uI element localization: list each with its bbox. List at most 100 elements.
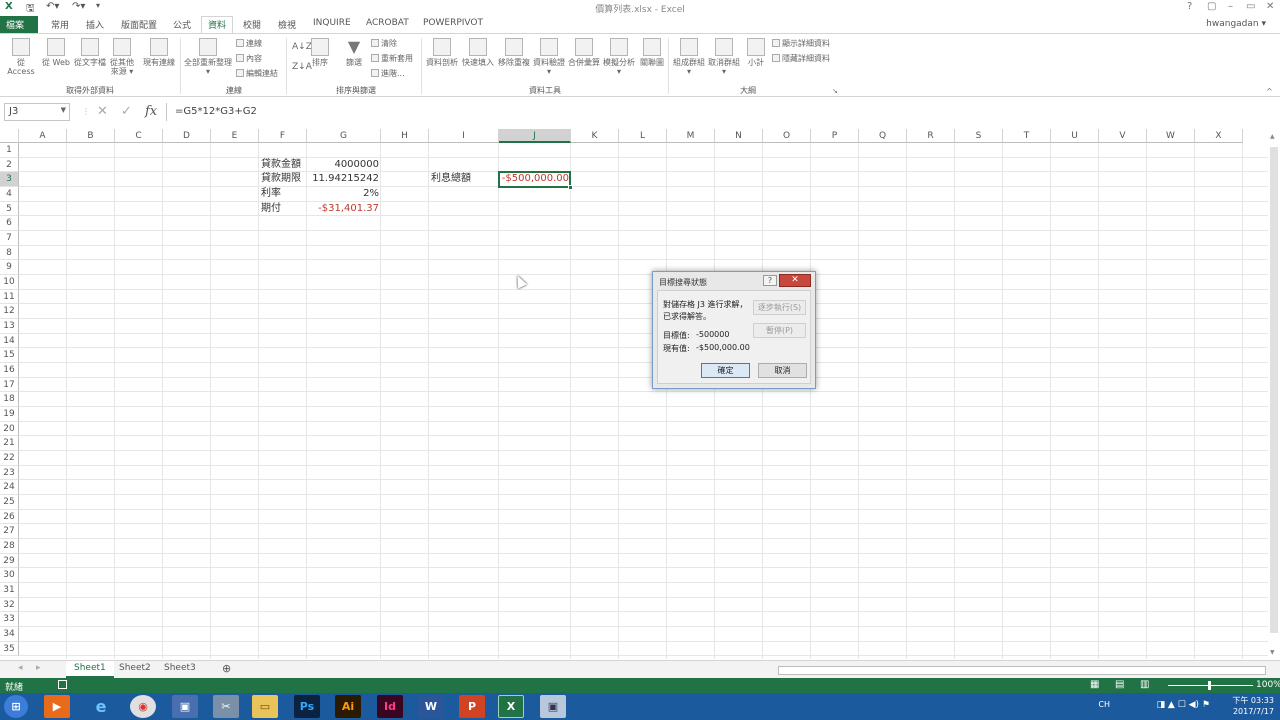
column-header-r[interactable]: R	[907, 129, 955, 143]
row-header-28[interactable]: 28	[0, 539, 19, 554]
ungroup-button[interactable]: 取消群組 ▾	[707, 38, 741, 76]
tab-inquire[interactable]: INQUIRE	[313, 18, 351, 28]
tray-date[interactable]: 2017/7/17	[1218, 707, 1274, 717]
tab-file[interactable]: 檔案	[0, 16, 38, 33]
row-header-23[interactable]: 23	[0, 465, 19, 481]
column-header-n[interactable]: N	[715, 129, 763, 143]
close-window-button[interactable]: ✕	[1266, 1, 1274, 12]
column-header-u[interactable]: U	[1051, 129, 1099, 143]
tab-view[interactable]: 檢視	[278, 18, 296, 31]
zoom-level[interactable]: 100%	[1256, 680, 1280, 690]
tab-insert[interactable]: 插入	[86, 18, 104, 31]
row-header-31[interactable]: 31	[0, 583, 19, 598]
tab-data[interactable]: 資料	[201, 16, 234, 33]
row-header-13[interactable]: 13	[0, 319, 19, 334]
cancel-button[interactable]: 取消	[758, 363, 807, 378]
photoshop-icon[interactable]: Ps	[294, 695, 320, 718]
row-header-17[interactable]: 17	[0, 377, 19, 393]
row-header-12[interactable]: 12	[0, 304, 19, 320]
internet-explorer-icon[interactable]: e	[88, 695, 114, 718]
column-header-m[interactable]: M	[667, 129, 715, 143]
cell-g3[interactable]: 11.94215242	[309, 172, 379, 186]
cell-f4[interactable]: 利率	[261, 187, 305, 201]
consolidate-button[interactable]: 合併彙算	[567, 38, 601, 67]
word-icon[interactable]: W	[418, 695, 444, 718]
row-header-26[interactable]: 26	[0, 509, 19, 525]
text-to-columns-button[interactable]: 資料剖析	[425, 38, 459, 67]
row-header-7[interactable]: 7	[0, 231, 19, 246]
help-button[interactable]: ?	[1187, 1, 1192, 12]
step-button[interactable]: 逐步執行(S)	[753, 300, 806, 315]
row-header-15[interactable]: 15	[0, 348, 19, 364]
edit-links-button[interactable]: 編輯連結	[236, 68, 278, 79]
row-header-29[interactable]: 29	[0, 553, 19, 569]
column-header-j[interactable]: J	[499, 129, 571, 143]
remove-duplicates-button[interactable]: 移除重複	[497, 38, 531, 67]
column-header-f[interactable]: F	[259, 129, 307, 143]
column-header-o[interactable]: O	[763, 129, 811, 143]
row-header-5[interactable]: 5	[0, 201, 19, 217]
cancel-formula-icon[interactable]: ✕	[97, 104, 108, 119]
row-header-3[interactable]: 3	[0, 172, 19, 187]
app-icon[interactable]: ▣	[172, 695, 198, 718]
tab-formulas[interactable]: 公式	[173, 18, 191, 31]
existing-connections-button[interactable]: 現有連線	[141, 38, 177, 67]
select-all-corner[interactable]	[0, 129, 19, 143]
sort-button[interactable]: 排序	[308, 38, 332, 67]
row-header-25[interactable]: 25	[0, 495, 19, 510]
column-header-e[interactable]: E	[211, 129, 259, 143]
column-header-x[interactable]: X	[1195, 129, 1243, 143]
column-header-l[interactable]: L	[619, 129, 667, 143]
row-header-22[interactable]: 22	[0, 451, 19, 466]
vertical-scrollbar[interactable]: ▲ ▼	[1268, 129, 1280, 659]
group-button[interactable]: 組成群組 ▾	[672, 38, 706, 76]
cell-f2[interactable]: 貸款金額	[261, 158, 305, 172]
flash-fill-button[interactable]: 快速填入	[461, 38, 495, 67]
row-header-18[interactable]: 18	[0, 392, 19, 408]
column-header-a[interactable]: A	[19, 129, 67, 143]
pause-button[interactable]: 暫停(P)	[753, 323, 806, 338]
row-header-6[interactable]: 6	[0, 216, 19, 231]
sheet-tab-1[interactable]: Sheet1	[66, 661, 114, 678]
column-header-h[interactable]: H	[381, 129, 429, 143]
minimize-button[interactable]: –	[1228, 1, 1233, 12]
from-other-button[interactable]: 從其他 來源 ▾	[108, 38, 136, 76]
column-header-s[interactable]: S	[955, 129, 1003, 143]
dialog-close-button[interactable]: ✕	[779, 274, 811, 287]
relationships-button[interactable]: 關聯圖	[638, 38, 666, 67]
column-header-k[interactable]: K	[571, 129, 619, 143]
sheet-tab-3[interactable]: Sheet3	[156, 661, 204, 678]
show-detail-button[interactable]: 顯示詳細資料	[772, 38, 830, 49]
chevron-down-icon[interactable]: ▼	[61, 106, 66, 114]
name-box[interactable]: J3 ▼	[4, 103, 70, 121]
row-header-35[interactable]: 35	[0, 641, 19, 657]
ok-button[interactable]: 確定	[701, 363, 750, 378]
page-layout-view-icon[interactable]: ▤	[1115, 679, 1124, 690]
hide-detail-button[interactable]: 隱藏詳細資料	[772, 53, 830, 64]
vertical-scroll-thumb[interactable]	[1270, 147, 1278, 633]
dialog-help-button[interactable]: ?	[763, 275, 777, 286]
column-header-p[interactable]: P	[811, 129, 859, 143]
row-header-10[interactable]: 10	[0, 275, 19, 290]
cell-g2[interactable]: 4000000	[309, 158, 379, 172]
from-access-button[interactable]: 從 Access	[3, 38, 39, 76]
row-header-16[interactable]: 16	[0, 363, 19, 378]
tab-acrobat[interactable]: ACROBAT	[366, 18, 409, 28]
goal-seek-window-icon[interactable]: ▣	[540, 695, 566, 718]
worksheet-grid[interactable]: ABCDEFGHIJKLMNOPQRSTUVWX 1 2 3 4 5 6 7 8 9 10 11 12…	[0, 129, 1270, 659]
cell-i3[interactable]: 利息總額	[431, 172, 497, 186]
snipping-tool-icon[interactable]: ✂	[213, 695, 239, 718]
input-language[interactable]: CH	[1098, 700, 1110, 710]
active-cell-selection[interactable]	[498, 171, 573, 190]
normal-view-icon[interactable]: ▦	[1090, 679, 1099, 690]
from-text-button[interactable]: 從文字檔	[72, 38, 108, 67]
row-header-9[interactable]: 9	[0, 260, 19, 276]
from-web-button[interactable]: 從 Web	[41, 38, 71, 67]
sheet-next-icon[interactable]: ▸	[28, 661, 49, 678]
excel-icon[interactable]: X	[498, 695, 524, 718]
row-header-14[interactable]: 14	[0, 333, 19, 349]
data-validation-button[interactable]: 資料驗證 ▾	[532, 38, 566, 76]
row-header-11[interactable]: 11	[0, 289, 19, 305]
column-header-c[interactable]: C	[115, 129, 163, 143]
page-break-view-icon[interactable]: ▥	[1140, 679, 1149, 690]
